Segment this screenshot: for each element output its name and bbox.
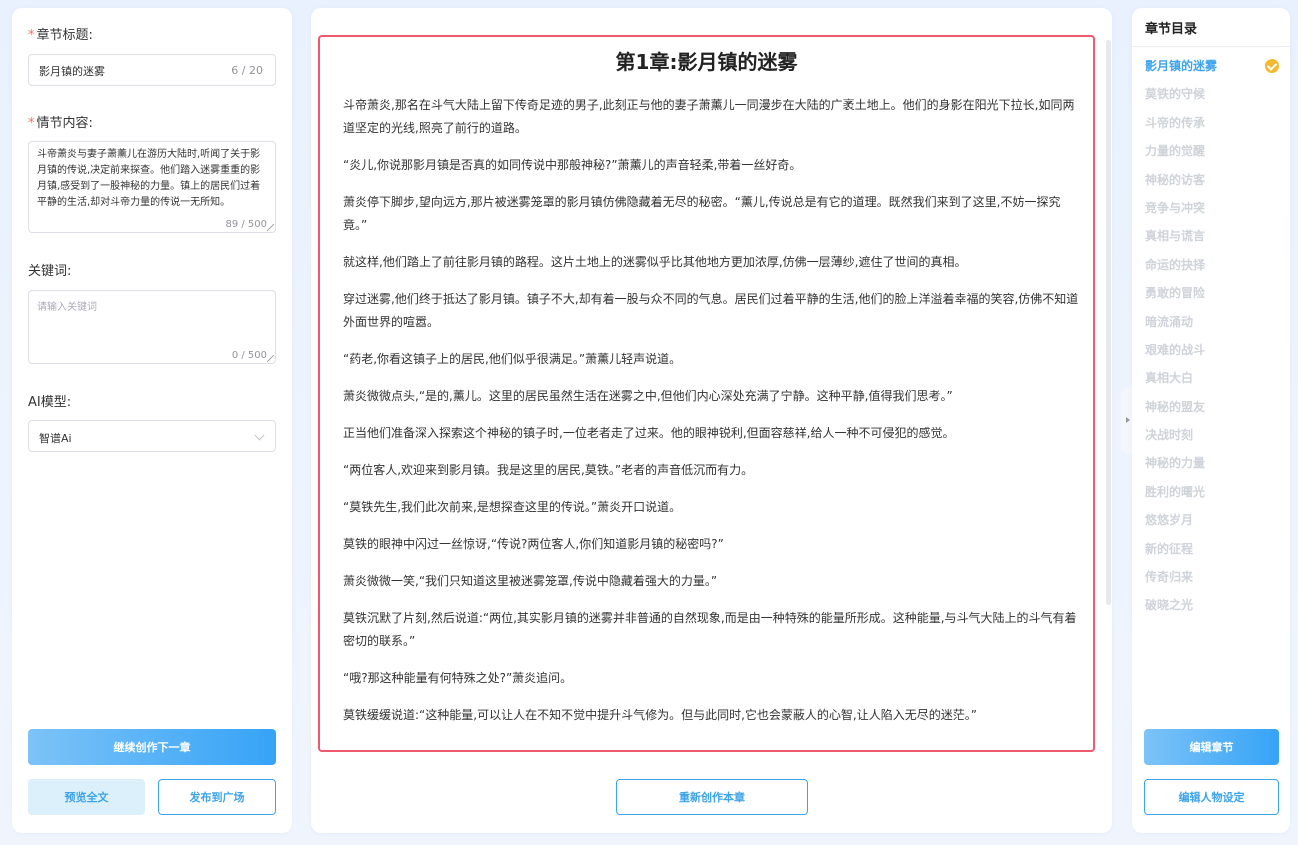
toc-title: 章节目录 [1145, 22, 1198, 37]
divider [1132, 46, 1290, 47]
chapter-body: 斗帝萧炎,那名在斗气大陆上留下传奇足迹的男子,此刻正与他的妻子萧薰儿一同漫步在大… [343, 94, 1081, 741]
paragraph: “两位客人,欢迎来到影月镇。我是这里的居民,莫铁。”老者的声音低沉而有力。 [343, 463, 754, 477]
toc-item[interactable]: 艰难的战斗 [1145, 339, 1285, 367]
toc-item[interactable]: 神秘的力量 [1145, 452, 1285, 480]
paragraph: 萧炎停下脚步,望向远方,那片被迷雾笼罩的影月镇仿佛隐藏着无尽的秘密。“薰儿,传说… [343, 195, 1061, 232]
toc-item[interactable]: 勇敢的冒险 [1145, 282, 1285, 310]
keywords-label: 关键词: [28, 264, 72, 279]
edit-character-button[interactable]: 编辑人物设定 [1144, 779, 1279, 815]
chapter-heading: 第1章:影月镇的迷雾 [615, 50, 798, 74]
toc-item[interactable]: 破晓之光 [1145, 594, 1285, 622]
toc-item[interactable]: 新的征程 [1145, 538, 1285, 566]
toc-panel: 章节目录 影月镇的迷雾 莫铁的守候 斗帝的传承 力量的觉醒 神秘的访客 竞争与冲… [1132, 8, 1290, 833]
paragraph: 莫铁沉默了片刻,然后说道:“两位,其实影月镇的迷雾并非普通的自然现象,而是由一种… [343, 611, 1077, 648]
check-circle-icon [1265, 59, 1279, 73]
chevron-down-icon [254, 430, 265, 441]
chapter-title-counter: 6 / 20 [231, 64, 263, 77]
paragraph: “药老,你看这镇子上的居民,他们似乎很满足。”萧薰儿轻声说道。 [343, 352, 682, 366]
resize-handle-icon[interactable] [267, 355, 274, 362]
chapter-title-input[interactable]: 影月镇的迷雾 6 / 20 [28, 54, 276, 86]
left-panel: * 章节标题: 影月镇的迷雾 6 / 20 * 情节内容: 斗帝萧炎与妻子萧薰儿在游… [12, 8, 292, 833]
toc-item[interactable]: 传奇归来 [1145, 566, 1285, 594]
toc-item[interactable]: 暗流涌动 [1145, 311, 1285, 339]
toc-item[interactable]: 决战时刻 [1145, 424, 1285, 452]
preview-full-text-button[interactable]: 预览全文 [28, 779, 145, 815]
plot-value: 斗帝萧炎与妻子萧薰儿在游历大陆时,听闻了关于影月镇的传说,决定前来探查。他们踏入… [37, 149, 261, 208]
toc-item[interactable]: 真相与谎言 [1145, 225, 1285, 253]
toc-item[interactable]: 神秘的盟友 [1145, 396, 1285, 424]
toc-item[interactable]: 影月镇的迷雾 [1145, 55, 1285, 83]
paragraph: 莫铁的眼神中闪过一丝惊讶,“传说?两位客人,你们知道影月镇的秘密吗?” [343, 537, 724, 551]
model-label: AI模型: [28, 395, 72, 410]
resize-handle-icon[interactable] [267, 224, 274, 231]
model-value: 智谱Ai [39, 432, 72, 445]
paragraph: 就这样,他们踏上了前往影月镇的路程。这片土地上的迷雾似乎比其他地方更加浓厚,仿佛… [343, 255, 967, 269]
paragraph: 萧炎微微一笑,“我们只知道这里被迷雾笼罩,传说中隐藏着强大的力量。” [343, 574, 718, 588]
continue-next-chapter-button[interactable]: 继续创作下一章 [28, 729, 276, 765]
toc-item[interactable]: 斗帝的传承 [1145, 112, 1285, 140]
paragraph: 穿过迷雾,他们终于抵达了影月镇。镇子不大,却有着一股与众不同的气息。居民们过着平… [343, 292, 1079, 329]
paragraph: 正当他们准备深入探索这个神秘的镇子时,一位老者走了过来。他的眼神锐利,但面容慈祥… [343, 426, 955, 440]
keywords-counter: 0 / 500 [231, 350, 267, 361]
paragraph: “哦?那这种能量有何特殊之处?”萧炎追问。 [343, 671, 573, 685]
paragraph: 莫铁缓缓说道:“这种能量,可以让人在不知不觉中提升斗气修为。但与此同时,它也会蒙… [343, 708, 977, 722]
publish-to-square-button[interactable]: 发布到广场 [158, 779, 276, 815]
chapter-document[interactable]: 第1章:影月镇的迷雾 斗帝萧炎,那名在斗气大陆上留下传奇足迹的男子,此刻正与他的… [318, 35, 1095, 752]
keywords-placeholder: 请输入关键词 [37, 302, 97, 313]
toc-item[interactable]: 莫铁的守候 [1145, 83, 1285, 111]
toc-item[interactable]: 真相大白 [1145, 367, 1285, 395]
model-select[interactable]: 智谱Ai [28, 420, 276, 452]
caret-right-icon [1126, 417, 1130, 423]
edit-chapter-button[interactable]: 编辑章节 [1144, 729, 1279, 765]
toc-item[interactable]: 神秘的访客 [1145, 169, 1285, 197]
plot-counter: 89 / 500 [225, 219, 267, 230]
keywords-textarea[interactable]: 请输入关键词 0 / 500 [28, 290, 276, 364]
toc-item[interactable]: 竞争与冲突 [1145, 197, 1285, 225]
chapter-title-value: 影月镇的迷雾 [39, 65, 105, 78]
plot-textarea[interactable]: 斗帝萧炎与妻子萧薰儿在游历大陆时,听闻了关于影月镇的传说,决定前来探查。他们踏入… [28, 141, 276, 233]
toc-item[interactable]: 力量的觉醒 [1145, 140, 1285, 168]
paragraph: 斗帝萧炎,那名在斗气大陆上留下传奇足迹的男子,此刻正与他的妻子萧薰儿一同漫步在大… [343, 98, 1075, 135]
chapter-title-label: * 章节标题: [28, 28, 93, 43]
toc-item[interactable]: 悠悠岁月 [1145, 509, 1285, 537]
editor-panel: 第1章:影月镇的迷雾 斗帝萧炎,那名在斗气大陆上留下传奇足迹的男子,此刻正与他的… [311, 8, 1112, 833]
toc-item[interactable]: 胜利的曙光 [1145, 481, 1285, 509]
paragraph: “莫铁先生,我们此次前来,是想探查这里的传说。”萧炎开口说道。 [343, 500, 682, 514]
toc-list: 影月镇的迷雾 莫铁的守候 斗帝的传承 力量的觉醒 神秘的访客 竞争与冲突 真相与… [1145, 55, 1285, 623]
toc-item[interactable]: 命运的抉择 [1145, 254, 1285, 282]
scrollbar[interactable] [1106, 40, 1111, 605]
plot-label: * 情节内容: [28, 116, 93, 131]
paragraph: “炎儿,你说那影月镇是否真的如同传说中那般神秘?”萧薰儿的声音轻柔,带着一丝好奇… [343, 158, 802, 172]
paragraph: 萧炎微微点头,“是的,薰儿。这里的居民虽然生活在迷雾之中,但他们内心深处充满了宁… [343, 389, 953, 403]
recreate-chapter-button[interactable]: 重新创作本章 [616, 779, 808, 815]
